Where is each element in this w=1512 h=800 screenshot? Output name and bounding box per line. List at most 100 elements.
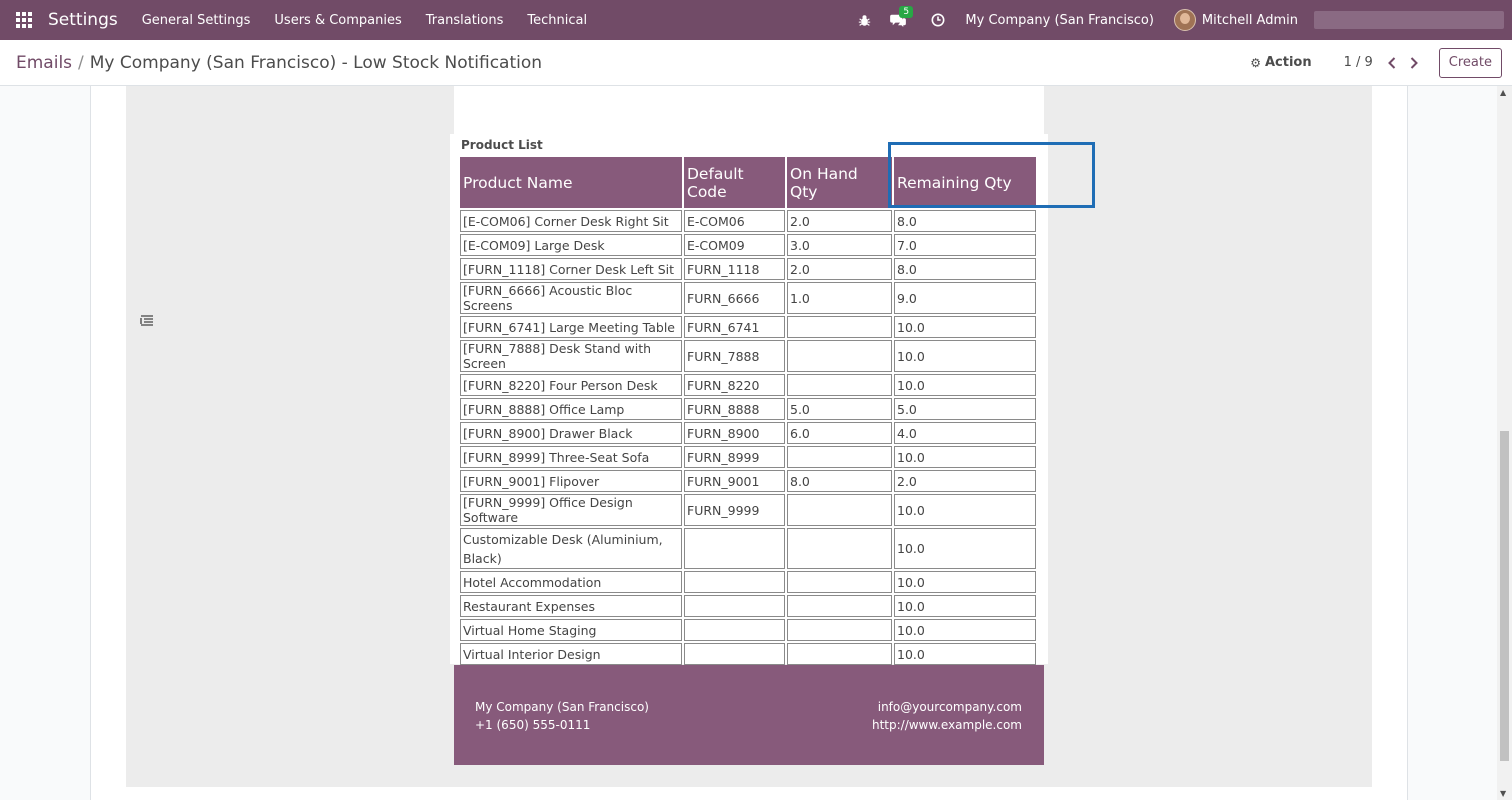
- cell-product-name[interactable]: [FURN_8220] Four Person Desk: [460, 374, 682, 396]
- cell-default-code[interactable]: FURN_8220: [684, 374, 785, 396]
- table-row: [FURN_9999] Office Design Software FURN_9…: [460, 494, 1036, 526]
- cell-on-hand-qty[interactable]: 1.0: [787, 282, 892, 314]
- menu-general-settings[interactable]: General Settings: [142, 13, 251, 28]
- app-name[interactable]: Settings: [48, 10, 118, 30]
- cell-on-hand-qty[interactable]: 3.0: [787, 234, 892, 256]
- cell-default-code[interactable]: [684, 595, 785, 617]
- menu-users-companies[interactable]: Users & Companies: [274, 13, 401, 28]
- cell-remaining-qty[interactable]: 10.0: [894, 494, 1036, 526]
- menu-translations[interactable]: Translations: [426, 13, 504, 28]
- scroll-up-arrow-icon[interactable]: ▲: [1500, 88, 1506, 97]
- footer-website[interactable]: http://www.example.com: [872, 716, 1022, 734]
- cell-on-hand-qty[interactable]: [787, 316, 892, 338]
- cell-remaining-qty[interactable]: 10.0: [894, 340, 1036, 372]
- cell-remaining-qty[interactable]: 10.0: [894, 619, 1036, 641]
- cell-product-name[interactable]: [FURN_8888] Office Lamp: [460, 398, 682, 420]
- cell-product-name[interactable]: Restaurant Expenses: [460, 595, 682, 617]
- pager-previous-button[interactable]: [1381, 52, 1403, 74]
- cell-default-code[interactable]: E-COM09: [684, 234, 785, 256]
- cell-on-hand-qty[interactable]: 5.0: [787, 398, 892, 420]
- cell-remaining-qty[interactable]: 2.0: [894, 470, 1036, 492]
- cell-default-code[interactable]: FURN_8999: [684, 446, 785, 468]
- cell-product-name[interactable]: Customizable Desk (Aluminium, Black): [460, 528, 682, 569]
- cell-default-code[interactable]: FURN_6666: [684, 282, 785, 314]
- cell-product-name[interactable]: [FURN_6741] Large Meeting Table: [460, 316, 682, 338]
- cell-on-hand-qty[interactable]: [787, 643, 892, 665]
- cell-remaining-qty[interactable]: 10.0: [894, 446, 1036, 468]
- cell-on-hand-qty[interactable]: [787, 374, 892, 396]
- cell-default-code[interactable]: [684, 528, 785, 569]
- scroll-down-arrow-icon[interactable]: ▼: [1500, 789, 1506, 798]
- cell-default-code[interactable]: FURN_6741: [684, 316, 785, 338]
- cell-product-name[interactable]: Virtual Home Staging: [460, 619, 682, 641]
- cell-product-name[interactable]: [FURN_7888] Desk Stand with Screen: [460, 340, 682, 372]
- footer-email[interactable]: info@yourcompany.com: [872, 698, 1022, 716]
- cell-default-code[interactable]: FURN_1118: [684, 258, 785, 280]
- table-row: [E-COM06] Corner Desk Right Sit E-COM06 2.…: [460, 210, 1036, 232]
- cell-default-code[interactable]: FURN_7888: [684, 340, 785, 372]
- cell-on-hand-qty[interactable]: 2.0: [787, 258, 892, 280]
- list-format-icon[interactable]: [140, 314, 156, 330]
- cell-default-code[interactable]: FURN_9999: [684, 494, 785, 526]
- cell-default-code[interactable]: FURN_9001: [684, 470, 785, 492]
- table-row: [FURN_1118] Corner Desk Left Sit FURN_111…: [460, 258, 1036, 280]
- cell-product-name[interactable]: [FURN_9999] Office Design Software: [460, 494, 682, 526]
- cell-remaining-qty[interactable]: 10.0: [894, 571, 1036, 593]
- company-switcher[interactable]: My Company (San Francisco): [965, 13, 1153, 28]
- cell-product-name[interactable]: Hotel Accommodation: [460, 571, 682, 593]
- menu-technical[interactable]: Technical: [527, 13, 587, 28]
- cell-remaining-qty[interactable]: 10.0: [894, 374, 1036, 396]
- cell-on-hand-qty[interactable]: [787, 340, 892, 372]
- cell-remaining-qty[interactable]: 10.0: [894, 595, 1036, 617]
- cell-default-code[interactable]: FURN_8888: [684, 398, 785, 420]
- apps-menu-icon[interactable]: [0, 0, 48, 40]
- cell-remaining-qty[interactable]: 4.0: [894, 422, 1036, 444]
- cell-product-name[interactable]: [E-COM06] Corner Desk Right Sit: [460, 210, 682, 232]
- cell-product-name[interactable]: Virtual Interior Design: [460, 643, 682, 665]
- table-row: [FURN_8220] Four Person Desk FURN_8220 10.…: [460, 374, 1036, 396]
- pager-next-button[interactable]: [1403, 52, 1425, 74]
- table-row: [FURN_8900] Drawer Black FURN_8900 6.0 4.0: [460, 422, 1036, 444]
- cell-remaining-qty[interactable]: 8.0: [894, 210, 1036, 232]
- cell-remaining-qty[interactable]: 8.0: [894, 258, 1036, 280]
- cell-default-code[interactable]: E-COM06: [684, 210, 785, 232]
- breadcrumb-emails-link[interactable]: Emails: [16, 53, 72, 73]
- cell-product-name[interactable]: [FURN_1118] Corner Desk Left Sit: [460, 258, 682, 280]
- create-button[interactable]: Create: [1438, 47, 1502, 78]
- cell-on-hand-qty[interactable]: [787, 571, 892, 593]
- cell-default-code[interactable]: [684, 571, 785, 593]
- action-button[interactable]: ⚙ Action: [1250, 55, 1311, 70]
- cell-remaining-qty[interactable]: 7.0: [894, 234, 1036, 256]
- user-menu[interactable]: Mitchell Admin: [1173, 9, 1298, 31]
- cell-on-hand-qty[interactable]: [787, 528, 892, 569]
- cell-default-code[interactable]: [684, 619, 785, 641]
- cell-default-code[interactable]: [684, 643, 785, 665]
- cell-on-hand-qty[interactable]: [787, 446, 892, 468]
- cell-on-hand-qty[interactable]: 8.0: [787, 470, 892, 492]
- scrollbar[interactable]: ▲ ▼: [1497, 86, 1512, 800]
- table-row: [FURN_8888] Office Lamp FURN_8888 5.0 5.0: [460, 398, 1036, 420]
- cell-remaining-qty[interactable]: 10.0: [894, 643, 1036, 665]
- cell-on-hand-qty[interactable]: 6.0: [787, 422, 892, 444]
- cell-product-name[interactable]: [E-COM09] Large Desk: [460, 234, 682, 256]
- cell-remaining-qty[interactable]: 5.0: [894, 398, 1036, 420]
- cell-product-name[interactable]: [FURN_8900] Drawer Black: [460, 422, 682, 444]
- cell-on-hand-qty[interactable]: 2.0: [787, 210, 892, 232]
- gear-icon: ⚙: [1250, 55, 1261, 70]
- cell-product-name[interactable]: [FURN_9001] Flipover: [460, 470, 682, 492]
- cell-remaining-qty[interactable]: 10.0: [894, 316, 1036, 338]
- pager-value[interactable]: 1 / 9: [1344, 55, 1373, 70]
- debug-bug-icon[interactable]: [847, 0, 881, 40]
- messages-icon[interactable]: 5: [881, 0, 915, 40]
- cell-product-name[interactable]: [FURN_6666] Acoustic Bloc Screens: [460, 282, 682, 314]
- email-header-block: [454, 86, 1044, 134]
- cell-on-hand-qty[interactable]: [787, 619, 892, 641]
- scrollbar-thumb[interactable]: [1500, 431, 1509, 761]
- cell-remaining-qty[interactable]: 10.0: [894, 528, 1036, 569]
- cell-product-name[interactable]: [FURN_8999] Three-Seat Sofa: [460, 446, 682, 468]
- cell-default-code[interactable]: FURN_8900: [684, 422, 785, 444]
- cell-on-hand-qty[interactable]: [787, 494, 892, 526]
- activity-clock-icon[interactable]: [921, 0, 955, 40]
- cell-remaining-qty[interactable]: 9.0: [894, 282, 1036, 314]
- cell-on-hand-qty[interactable]: [787, 595, 892, 617]
